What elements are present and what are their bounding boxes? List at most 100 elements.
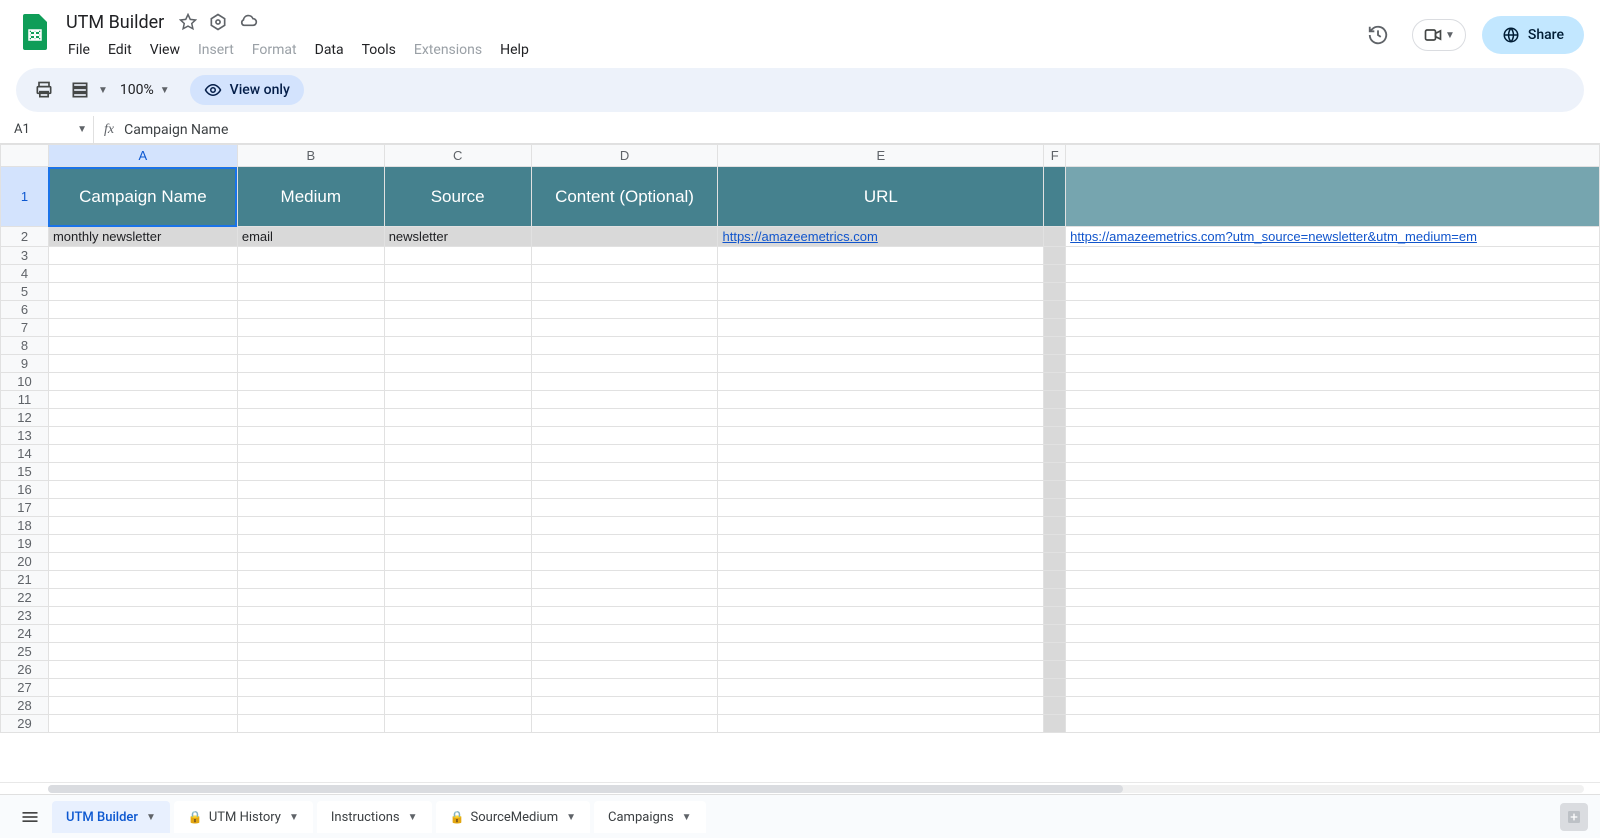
chevron-down-icon: ▼ [682, 812, 692, 823]
meet-button[interactable]: ▼ [1412, 19, 1466, 51]
tab-utm-history[interactable]: 🔒UTM History▼ [174, 801, 313, 833]
cell-a1[interactable]: Campaign Name [48, 167, 237, 227]
cell-f2[interactable] [1044, 227, 1066, 247]
col-header-f[interactable]: F [1044, 145, 1066, 167]
share-button[interactable]: Share [1482, 16, 1584, 54]
lock-icon: 🔒 [450, 810, 465, 824]
move-icon[interactable] [208, 12, 228, 32]
print-icon[interactable] [28, 74, 60, 106]
tab-utm-builder[interactable]: UTM Builder▼ [52, 801, 170, 833]
filter-views-button[interactable]: ▼ [64, 74, 108, 106]
row-header-12[interactable]: 12 [1, 409, 49, 427]
col-header-c[interactable]: C [384, 145, 531, 167]
horizontal-scrollbar[interactable] [0, 782, 1600, 794]
menu-view[interactable]: View [142, 38, 188, 62]
row-header-9[interactable]: 9 [1, 355, 49, 373]
row-header-3[interactable]: 3 [1, 247, 49, 265]
row-header-2[interactable]: 2 [1, 227, 49, 247]
name-box-value: A1 [14, 122, 30, 137]
row-header-10[interactable]: 10 [1, 373, 49, 391]
view-only-pill[interactable]: View only [190, 75, 304, 105]
explore-button[interactable] [1560, 803, 1588, 831]
row-header-17[interactable]: 17 [1, 499, 49, 517]
row-header-1[interactable]: 1 [1, 167, 49, 227]
cell-e2-link[interactable]: https://amazeemetrics.com [722, 229, 877, 244]
cell-d2[interactable] [531, 227, 718, 247]
name-box[interactable]: A1 ▼ [8, 116, 94, 143]
menu-data[interactable]: Data [307, 38, 352, 62]
row-header-22[interactable]: 22 [1, 589, 49, 607]
tab-label: UTM Builder [66, 810, 138, 825]
formula-input[interactable]: Campaign Name [124, 122, 1600, 138]
row-header-21[interactable]: 21 [1, 571, 49, 589]
row-header-8[interactable]: 8 [1, 337, 49, 355]
row-header-27[interactable]: 27 [1, 679, 49, 697]
view-only-label: View only [230, 82, 290, 98]
cloud-status-icon[interactable] [238, 12, 258, 32]
row-header-13[interactable]: 13 [1, 427, 49, 445]
row-header-11[interactable]: 11 [1, 391, 49, 409]
row-header-24[interactable]: 24 [1, 625, 49, 643]
select-all-corner[interactable] [1, 145, 49, 167]
sheets-logo-icon[interactable] [16, 12, 56, 52]
sheet-tab-bar: UTM Builder▼ 🔒UTM History▼ Instructions▼… [0, 794, 1600, 838]
formula-bar: A1 ▼ fx Campaign Name [0, 116, 1600, 144]
row-header-23[interactable]: 23 [1, 607, 49, 625]
tab-campaigns[interactable]: Campaigns▼ [594, 801, 706, 833]
spreadsheet-grid[interactable]: A B C D E F 1 Campaign Name Medium Sourc… [0, 144, 1600, 733]
menu-help[interactable]: Help [492, 38, 537, 62]
chevron-down-icon: ▼ [566, 812, 576, 823]
cell-c1[interactable]: Source [384, 167, 531, 227]
row-header-20[interactable]: 20 [1, 553, 49, 571]
row-header-6[interactable]: 6 [1, 301, 49, 319]
cell-b2[interactable]: email [237, 227, 384, 247]
menu-format: Format [244, 38, 305, 62]
cell-g1[interactable] [1066, 167, 1600, 227]
row-header-18[interactable]: 18 [1, 517, 49, 535]
zoom-value: 100% [120, 82, 154, 98]
menu-edit[interactable]: Edit [100, 38, 140, 62]
row-header-7[interactable]: 7 [1, 319, 49, 337]
cell-d1[interactable]: Content (Optional) [531, 167, 718, 227]
tab-sourcemedium[interactable]: 🔒SourceMedium▼ [436, 801, 590, 833]
cell-a2[interactable]: monthly newsletter [48, 227, 237, 247]
row-header-5[interactable]: 5 [1, 283, 49, 301]
cell-g2-link[interactable]: https://amazeemetrics.com?utm_source=new… [1070, 229, 1477, 244]
menu-bar: File Edit View Insert Format Data Tools … [60, 36, 1360, 64]
star-icon[interactable] [178, 12, 198, 32]
cell-f1[interactable] [1044, 167, 1066, 227]
tab-label: UTM History [209, 810, 281, 825]
cell-g2[interactable]: https://amazeemetrics.com?utm_source=new… [1066, 227, 1600, 247]
lock-icon: 🔒 [188, 810, 203, 824]
menu-extensions: Extensions [406, 38, 490, 62]
col-header-e[interactable]: E [718, 145, 1044, 167]
zoom-select[interactable]: 100% ▼ [112, 82, 178, 98]
row-header-14[interactable]: 14 [1, 445, 49, 463]
cell-e2[interactable]: https://amazeemetrics.com [718, 227, 1044, 247]
row-header-4[interactable]: 4 [1, 265, 49, 283]
row-header-28[interactable]: 28 [1, 697, 49, 715]
row-header-25[interactable]: 25 [1, 643, 49, 661]
cell-e1[interactable]: URL [718, 167, 1044, 227]
cell-b1[interactable]: Medium [237, 167, 384, 227]
tab-instructions[interactable]: Instructions ▼ [317, 801, 432, 833]
row-header-26[interactable]: 26 [1, 661, 49, 679]
row-header-19[interactable]: 19 [1, 535, 49, 553]
history-icon[interactable] [1360, 17, 1396, 53]
col-header-a[interactable]: A [48, 145, 237, 167]
tab-label: Instructions [331, 810, 400, 825]
all-sheets-icon[interactable] [12, 799, 48, 835]
row-header-15[interactable]: 15 [1, 463, 49, 481]
fx-icon: fx [94, 122, 124, 138]
cell-c2[interactable]: newsletter [384, 227, 531, 247]
row-header-16[interactable]: 16 [1, 481, 49, 499]
document-title[interactable]: UTM Builder [60, 10, 170, 35]
row-header-29[interactable]: 29 [1, 715, 49, 733]
chevron-down-icon: ▼ [408, 812, 418, 823]
col-header-g[interactable] [1066, 145, 1600, 167]
col-header-d[interactable]: D [531, 145, 718, 167]
menu-file[interactable]: File [60, 38, 98, 62]
col-header-b[interactable]: B [237, 145, 384, 167]
toolbar: ▼ 100% ▼ View only [16, 68, 1584, 112]
menu-tools[interactable]: Tools [354, 38, 404, 62]
